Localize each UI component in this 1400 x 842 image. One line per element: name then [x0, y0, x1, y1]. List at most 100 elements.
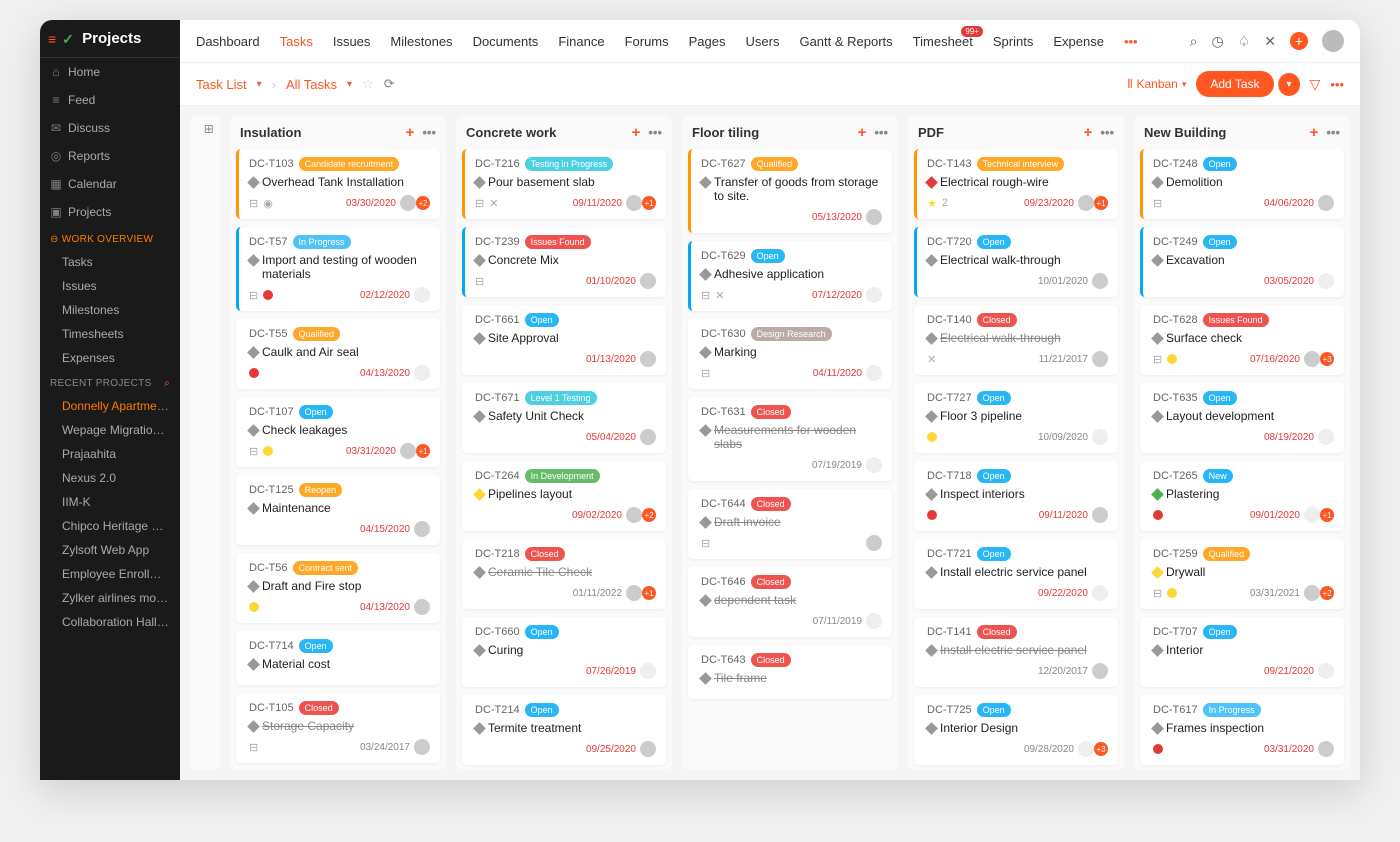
column-more-icon[interactable]: ••• [422, 125, 436, 140]
task-card[interactable]: DC-T239 Issues Found Concrete Mix ⊟ 01/1… [462, 227, 666, 297]
recent-project[interactable]: Employee Enrollment [40, 562, 180, 586]
task-card[interactable]: DC-T107 Open Check leakages ⊟ 03/31/2020… [236, 397, 440, 467]
task-card[interactable]: DC-T214 Open Termite treatment 09/25/202… [462, 695, 666, 765]
task-card[interactable]: DC-T660 Open Curing 07/26/2019 [462, 617, 666, 687]
task-card[interactable]: DC-T635 Open Layout development 08/19/20… [1140, 383, 1344, 453]
task-card[interactable]: DC-T714 Open Material cost [236, 631, 440, 685]
task-card[interactable]: DC-T216 Testing in Progress Pour basemen… [462, 149, 666, 219]
task-card[interactable]: DC-T718 Open Inspect interiors 09/11/202… [914, 461, 1118, 531]
task-card[interactable]: DC-T265 New Plastering 09/01/2020+1 [1140, 461, 1344, 531]
nav-users[interactable]: Users [746, 34, 780, 49]
tools-icon[interactable]: ✕ [1264, 33, 1276, 50]
task-card[interactable]: DC-T630 Design Research Marking ⊟ 04/11/… [688, 319, 892, 389]
sidebar-item-discuss[interactable]: ✉Discuss [40, 114, 180, 142]
recent-project[interactable]: IIM-K [40, 490, 180, 514]
nav-pages[interactable]: Pages [689, 34, 726, 49]
column-more-icon[interactable]: ••• [1100, 125, 1114, 140]
sidebar-item-reports[interactable]: ◎Reports [40, 142, 180, 170]
task-card[interactable]: DC-T56 Contract sent Draft and Fire stop… [236, 553, 440, 623]
sidebar-item-calendar[interactable]: ▦Calendar [40, 170, 180, 198]
recent-project[interactable]: Nexus 2.0 [40, 466, 180, 490]
task-card[interactable]: DC-T617 In Progress Frames inspection 03… [1140, 695, 1344, 765]
bell-icon[interactable]: ♤ [1238, 33, 1251, 50]
nav-expense[interactable]: Expense [1053, 34, 1104, 49]
timer-icon[interactable]: ◷ [1211, 33, 1223, 50]
column-more-icon[interactable]: ••• [874, 125, 888, 140]
task-card[interactable]: DC-T248 Open Demolition ⊟ 04/06/2020 [1140, 149, 1344, 219]
nav-documents[interactable]: Documents [473, 34, 539, 49]
filter-icon[interactable]: ▽ [1310, 76, 1321, 93]
nav-forums[interactable]: Forums [625, 34, 669, 49]
work-overview-label[interactable]: ⊖ WORK OVERVIEW [40, 226, 180, 250]
refresh-icon[interactable]: ⟳ [384, 76, 395, 92]
overview-milestones[interactable]: Milestones [40, 298, 180, 322]
task-card[interactable]: DC-T105 Closed Storage Capacity ⊟ 03/24/… [236, 693, 440, 763]
task-card[interactable]: DC-T57 In Progress Import and testing of… [236, 227, 440, 311]
task-card[interactable]: DC-T646 Closed dependent task 07/11/2019 [688, 567, 892, 637]
recent-project[interactable]: Wepage Migration Pha [40, 418, 180, 442]
overview-tasks[interactable]: Tasks [40, 250, 180, 274]
add-task-dropdown[interactable]: ▾ [1278, 73, 1300, 96]
add-task-button[interactable]: Add Task [1196, 71, 1273, 97]
nav-finance[interactable]: Finance [558, 34, 604, 49]
task-card[interactable]: DC-T264 In Development Pipelines layout … [462, 461, 666, 531]
nav-gantt-reports[interactable]: Gantt & Reports [799, 34, 892, 49]
recent-project[interactable]: Zylker airlines mobile a [40, 586, 180, 610]
column-add-icon[interactable]: + [858, 124, 867, 141]
task-card[interactable]: DC-T141 Closed Install electric service … [914, 617, 1118, 687]
task-card[interactable]: DC-T259 Qualified Drywall ⊟ 03/31/2021+2 [1140, 539, 1344, 609]
task-card[interactable]: DC-T125 Reopen Maintenance 04/15/2020 [236, 475, 440, 545]
column-add-icon[interactable]: + [632, 124, 641, 141]
recent-project[interactable]: Chipco Heritage Bay [40, 514, 180, 538]
star-icon[interactable]: ☆ [362, 76, 374, 92]
menu-icon[interactable]: ≡ [48, 31, 56, 47]
search-icon[interactable]: ⌕ [1190, 33, 1198, 50]
task-card[interactable]: DC-T631 Closed Measurements for wooden s… [688, 397, 892, 481]
task-card[interactable]: DC-T249 Open Excavation 03/05/2020 [1140, 227, 1344, 297]
recent-project[interactable]: Prajaahita [40, 442, 180, 466]
task-card[interactable]: DC-T629 Open Adhesive application ⊟✕ 07/… [688, 241, 892, 311]
more-icon[interactable]: ••• [1124, 34, 1138, 49]
task-card[interactable]: DC-T644 Closed Draft invoice ⊟ [688, 489, 892, 559]
nav-milestones[interactable]: Milestones [390, 34, 452, 49]
task-card[interactable]: DC-T661 Open Site Approval 01/13/2020 [462, 305, 666, 375]
column-add-icon[interactable]: + [406, 124, 415, 141]
nav-timesheet[interactable]: Timesheet99+ [913, 34, 973, 49]
overview-issues[interactable]: Issues [40, 274, 180, 298]
sidebar-item-feed[interactable]: ≡Feed [40, 86, 180, 114]
column-add-icon[interactable]: + [1310, 124, 1319, 141]
nav-issues[interactable]: Issues [333, 34, 371, 49]
task-card[interactable]: DC-T671 Level 1 Testing Safety Unit Chec… [462, 383, 666, 453]
view-selector[interactable]: ⫴Kanban▾ [1127, 77, 1186, 92]
user-avatar[interactable] [1322, 30, 1344, 52]
task-card[interactable]: DC-T727 Open Floor 3 pipeline 10/09/2020 [914, 383, 1118, 453]
task-card[interactable]: DC-T218 Closed Ceramic Tile Check 01/11/… [462, 539, 666, 609]
nav-sprints[interactable]: Sprints [993, 34, 1033, 49]
recent-project[interactable]: Donnelly Apartments C [40, 394, 180, 418]
task-card[interactable]: DC-T103 Candidate recruitment Overhead T… [236, 149, 440, 219]
recent-project[interactable]: Zylsoft Web App [40, 538, 180, 562]
column-more-icon[interactable]: ••• [648, 125, 662, 140]
task-card[interactable]: DC-T720 Open Electrical walk-through 10/… [914, 227, 1118, 297]
search-icon[interactable]: ⌕ [164, 378, 170, 389]
task-card[interactable]: DC-T643 Closed Tile frame [688, 645, 892, 699]
breadcrumb-alltasks[interactable]: All Tasks [286, 77, 337, 92]
task-card[interactable]: DC-T725 Open Interior Design 09/28/2020+… [914, 695, 1118, 765]
collapsed-column[interactable]: ⊞ [190, 116, 220, 770]
task-card[interactable]: DC-T721 Open Install electric service pa… [914, 539, 1118, 609]
breadcrumb-tasklist[interactable]: Task List [196, 77, 247, 92]
sidebar-item-projects[interactable]: ▣Projects [40, 198, 180, 226]
add-icon[interactable]: + [1290, 32, 1308, 50]
nav-tasks[interactable]: Tasks [280, 34, 313, 49]
overview-timesheets[interactable]: Timesheets [40, 322, 180, 346]
more-actions-icon[interactable]: ••• [1330, 77, 1344, 92]
sidebar-item-home[interactable]: ⌂Home [40, 58, 180, 86]
column-add-icon[interactable]: + [1084, 124, 1093, 141]
recent-project[interactable]: Collaboration Hall Con [40, 610, 180, 634]
task-card[interactable]: DC-T143 Technical interview Electrical r… [914, 149, 1118, 219]
task-card[interactable]: DC-T628 Issues Found Surface check ⊟ 07/… [1140, 305, 1344, 375]
overview-expenses[interactable]: Expenses [40, 346, 180, 370]
task-card[interactable]: DC-T140 Closed Electrical walk-through ✕… [914, 305, 1118, 375]
task-card[interactable]: DC-T707 Open Interior 09/21/2020 [1140, 617, 1344, 687]
task-card[interactable]: DC-T627 Qualified Transfer of goods from… [688, 149, 892, 233]
